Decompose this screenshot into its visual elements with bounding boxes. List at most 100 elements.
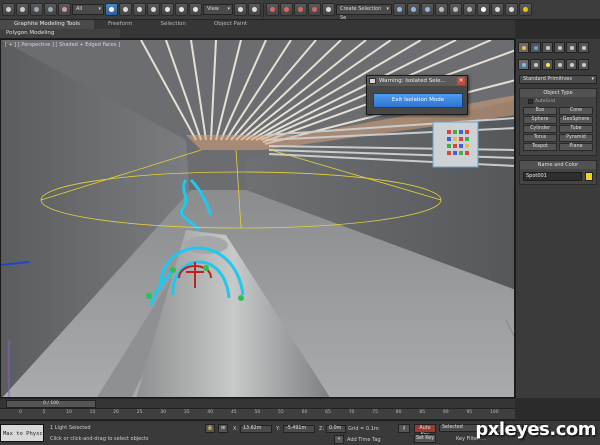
key-icon[interactable]: ⚷: [398, 424, 410, 433]
angle-snap-icon[interactable]: [280, 3, 293, 16]
render-setup-icon[interactable]: [491, 3, 504, 16]
curve-editor-icon[interactable]: [449, 3, 462, 16]
object-color-swatch[interactable]: [585, 172, 593, 181]
percent-snap-icon[interactable]: [294, 3, 307, 16]
maxscript-listener[interactable]: Max to Physc: [0, 424, 44, 442]
x-coordinate-field[interactable]: 13.62m: [240, 425, 272, 433]
reference-coordinate-select[interactable]: View ▾: [203, 4, 233, 15]
scale-icon[interactable]: [189, 3, 202, 16]
close-icon[interactable]: ×: [457, 77, 465, 85]
motion-tab-icon[interactable]: [554, 42, 565, 53]
shapes-icon[interactable]: [530, 59, 541, 70]
redo-icon[interactable]: [16, 3, 29, 16]
snap-toggle-icon[interactable]: [266, 3, 279, 16]
z-label: Z:: [319, 426, 325, 432]
align-icon[interactable]: [407, 3, 420, 16]
layer-manager-icon[interactable]: [421, 3, 434, 16]
geometry-icon[interactable]: [518, 59, 529, 70]
spinner-snap-icon[interactable]: [308, 3, 321, 16]
link-icon[interactable]: [30, 3, 43, 16]
torus-button[interactable]: Torus: [523, 134, 557, 142]
mirror-icon[interactable]: [393, 3, 406, 16]
viewport-label[interactable]: [ + ] [ Perspective ] [ Shaded + Edged F…: [5, 42, 120, 48]
undo-icon[interactable]: [2, 3, 15, 16]
material-editor-icon[interactable]: [477, 3, 490, 16]
isolation-warning-dialog: Warning: Isolated Sele... × Exit Isolati…: [366, 75, 468, 115]
tab-freeform[interactable]: Freeform: [94, 20, 147, 29]
cone-button[interactable]: Cone: [559, 107, 593, 115]
time-slider[interactable]: 0 / 100: [0, 398, 515, 408]
move-icon[interactable]: [161, 3, 174, 16]
exit-isolation-mode-button[interactable]: Exit Isolation Mode: [373, 93, 463, 108]
render-production-icon[interactable]: [519, 3, 532, 16]
utilities-tab-icon[interactable]: [578, 42, 589, 53]
tab-object-paint[interactable]: Object Paint: [200, 20, 261, 29]
unlink-icon[interactable]: [44, 3, 57, 16]
autogrid-checkbox[interactable]: [528, 99, 533, 104]
cylinder-button[interactable]: Cylinder: [523, 125, 557, 133]
name-and-color-header[interactable]: Name and Color: [520, 161, 596, 169]
main-toolbar: All ▾ View ▾ Create Selection Se ▾: [0, 0, 600, 20]
primitive-category-select[interactable]: Standard Primitives ▾: [519, 75, 597, 84]
z-coordinate-field[interactable]: 0.0m: [326, 425, 346, 433]
plane-button[interactable]: Plane: [559, 143, 593, 151]
schematic-view-icon[interactable]: [463, 3, 476, 16]
ribbon-polygon-modeling-panel[interactable]: Polygon Modeling: [0, 29, 120, 38]
primitive-buttons: Box Cone Sphere GeoSphere Cylinder Tube …: [520, 105, 596, 155]
object-name-field[interactable]: Spot001: [523, 172, 582, 181]
spacewarps-icon[interactable]: [578, 59, 589, 70]
select-manipulate-icon[interactable]: [248, 3, 261, 16]
ruler-tick: 90: [442, 410, 449, 415]
lock-selection-icon[interactable]: 🔒: [205, 424, 215, 433]
tube-button[interactable]: Tube: [559, 125, 593, 133]
bind-spacewarp-icon[interactable]: [58, 3, 71, 16]
cameras-icon[interactable]: [554, 59, 565, 70]
geosphere-button[interactable]: GeoSphere: [559, 116, 593, 124]
ruler-tick: 60: [301, 410, 308, 415]
ruler-tick: 40: [207, 410, 214, 415]
display-tab-icon[interactable]: [566, 42, 577, 53]
ruler-tick: 35: [183, 410, 190, 415]
select-by-name-icon[interactable]: [119, 3, 132, 16]
dialog-titlebar[interactable]: Warning: Isolated Sele... ×: [367, 76, 467, 86]
create-category-tabs: [516, 56, 600, 73]
add-time-tag[interactable]: Add Time Tag: [347, 437, 381, 443]
auto-key-button[interactable]: Auto Key: [414, 424, 436, 438]
ruler-tick: 75: [372, 410, 378, 415]
rectangular-selection-icon[interactable]: [133, 3, 146, 16]
rotate-icon[interactable]: [175, 3, 188, 16]
time-slider-thumb[interactable]: 0 / 100: [6, 400, 96, 408]
named-selection-set-select[interactable]: Create Selection Se ▾: [336, 4, 392, 19]
object-type-header[interactable]: Object Type: [520, 89, 596, 97]
lights-icon[interactable]: [542, 59, 553, 70]
ruler-tick: 80: [395, 410, 402, 415]
window-crossing-icon[interactable]: [147, 3, 160, 16]
edit-named-selection-icon[interactable]: [322, 3, 335, 16]
ruler-tick: 100: [490, 410, 499, 415]
pivot-center-icon[interactable]: [234, 3, 247, 16]
object-type-rollout: Object Type AutoGrid Box Cone Sphere Geo…: [519, 88, 597, 156]
rendered-frame-window-icon[interactable]: [505, 3, 518, 16]
select-object-icon[interactable]: [105, 3, 118, 16]
hierarchy-tab-icon[interactable]: [542, 42, 553, 53]
absolute-mode-icon[interactable]: ⊞: [218, 424, 228, 433]
y-label: Y:: [276, 426, 281, 432]
graphite-toggle-icon[interactable]: [435, 3, 448, 16]
selection-count-text: 1 Light Selected: [50, 425, 91, 431]
modify-tab-icon[interactable]: [530, 42, 541, 53]
y-coordinate-field[interactable]: -5.491m: [283, 425, 315, 433]
tab-selection[interactable]: Selection: [147, 20, 200, 29]
box-button[interactable]: Box: [523, 107, 557, 115]
command-panel-tabs: [516, 39, 600, 56]
track-bar[interactable]: 0 5 10 15 20 25 30 35 40 45 50 55 60 65 70 75 80 85 90 95 10…: [0, 408, 515, 420]
time-tag-icon[interactable]: +: [334, 435, 344, 444]
helpers-icon[interactable]: [566, 59, 577, 70]
tab-graphite-modeling-tools[interactable]: Graphite Modeling Tools: [0, 20, 95, 29]
create-tab-icon[interactable]: [518, 42, 529, 53]
set-key-button[interactable]: Set Key: [414, 434, 436, 443]
selection-filter-select[interactable]: All ▾: [72, 4, 104, 15]
sphere-button[interactable]: Sphere: [523, 116, 557, 124]
autogrid-checkbox-row[interactable]: AutoGrid: [520, 97, 596, 105]
teapot-button[interactable]: Teapot: [523, 143, 557, 151]
pyramid-button[interactable]: Pyramid: [559, 134, 593, 142]
